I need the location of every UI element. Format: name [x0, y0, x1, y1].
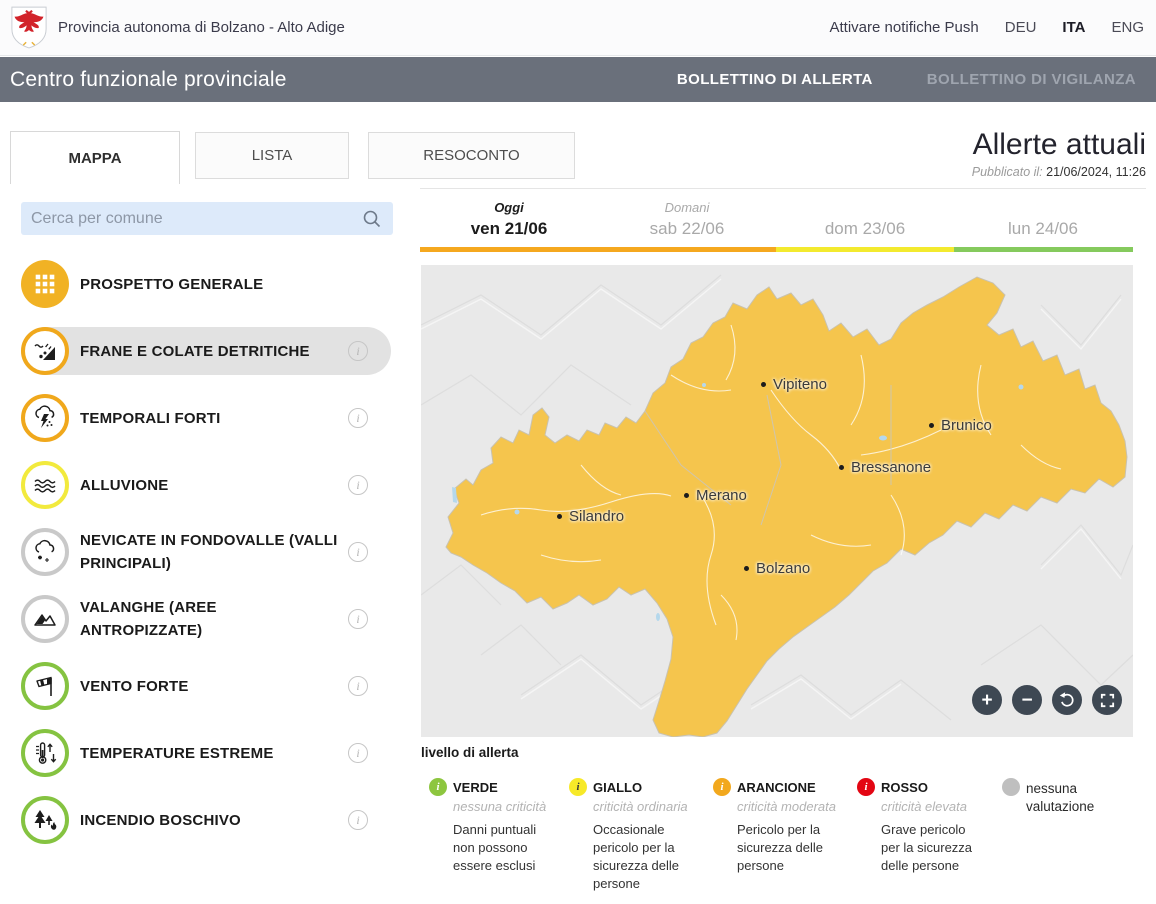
city-label: Silandro	[557, 508, 624, 525]
avalanche-icon	[34, 614, 56, 626]
language-eng[interactable]: ENG	[1111, 19, 1144, 36]
fullscreen-button[interactable]	[1092, 685, 1122, 715]
snowfall-icon	[35, 539, 55, 562]
reset-icon	[1059, 692, 1074, 707]
arancione-level-icon: i	[713, 778, 731, 796]
date-tab-sab-22-06[interactable]: Domani sab 22/06	[598, 200, 776, 247]
city-label: Merano	[684, 487, 747, 504]
city-label: Brunico	[929, 417, 992, 434]
header-divider	[420, 188, 1146, 189]
tab-lista[interactable]: LISTA	[195, 132, 349, 179]
alert-map[interactable]: Vipiteno Brunico Bressanone Merano Silan…	[421, 265, 1133, 737]
date-tab-ven-21-06[interactable]: Oggi ven 21/06	[420, 200, 598, 247]
search-icon[interactable]	[361, 208, 383, 230]
topbar: Provincia autonoma di Bolzano - Alto Adi…	[0, 0, 1156, 56]
published-label: Pubblicato il:	[971, 165, 1043, 179]
city-label: Bolzano	[744, 560, 810, 577]
push-notifications-link[interactable]: Attivare notifiche Push	[830, 19, 979, 36]
info-icon[interactable]: i	[348, 609, 368, 629]
sidebar-item-valanghe[interactable]: VALANGHE (AREE ANTROPIZZATE) i	[21, 595, 391, 643]
thunderstorm-icon	[35, 405, 55, 428]
info-icon[interactable]: i	[348, 676, 368, 696]
published-value: 21/06/2024, 11:26	[1046, 165, 1146, 179]
info-icon[interactable]: i	[348, 341, 368, 361]
date-strip-segment	[954, 247, 1133, 252]
windsock-icon	[36, 676, 52, 696]
language-ita[interactable]: ITA	[1062, 19, 1085, 36]
info-icon[interactable]: i	[348, 475, 368, 495]
verde-level-icon: i	[429, 778, 447, 796]
giallo-level-icon: i	[569, 778, 587, 796]
legend-item-arancione: i ARANCIONE criticità moderata Pericolo …	[713, 778, 843, 875]
date-strip-segment	[776, 247, 954, 252]
sidebar-item-alluvione[interactable]: ALLUVIONE i	[21, 461, 391, 509]
grid-icon	[35, 274, 55, 294]
legend-item-rosso: i ROSSO criticità elevata Grave pericolo…	[857, 778, 987, 875]
navbar: Centro funzionale provinciale BOLLETTINO…	[0, 57, 1156, 102]
info-icon[interactable]: i	[348, 743, 368, 763]
menu-bollettino-vigilanza[interactable]: BOLLETTINO DI VIGILANZA	[927, 71, 1136, 88]
bolzano-coat-of-arms-logo	[11, 6, 47, 48]
brand: Provincia autonoma di Bolzano - Alto Adi…	[10, 6, 345, 50]
site-title: Centro funzionale provinciale	[10, 67, 287, 91]
info-icon[interactable]: i	[348, 810, 368, 830]
prospetto-circle	[21, 260, 69, 308]
reset-view-button[interactable]	[1052, 685, 1082, 715]
sidebar-item-nevicate-in-fondovalle[interactable]: NEVICATE IN FONDOVALLE (VALLI PRINCIPALI…	[21, 528, 391, 576]
landslide-icon	[34, 343, 55, 360]
thermometer-icon	[36, 742, 57, 764]
sidebar-item-incendio-boschivo[interactable]: INCENDIO BOSCHIVO i	[21, 796, 391, 844]
legend-item-nessuna-valutazione: nessuna valutazione	[1002, 778, 1132, 816]
legend-item-verde: i VERDE nessuna criticità Danni puntuali…	[429, 778, 559, 875]
nessuna-valutazione-level-icon	[1002, 778, 1020, 796]
search-box	[21, 202, 393, 235]
sidebar-item-frane-e-colate-detritiche[interactable]: FRANE E COLATE DETRITICHE i	[21, 327, 391, 375]
fullscreen-icon	[1100, 693, 1114, 707]
date-strip-segment	[420, 247, 598, 252]
info-icon[interactable]: i	[348, 408, 368, 428]
forest-fire-icon	[34, 810, 57, 830]
sidebar-item-temperature-estreme[interactable]: TEMPERATURE ESTREME i	[21, 729, 391, 777]
province-alert-region[interactable]	[445, 276, 1128, 737]
tab-resoconto[interactable]: RESOCONTO	[368, 132, 575, 179]
legend-title: livello di allerta	[421, 745, 519, 760]
rosso-level-icon: i	[857, 778, 875, 796]
sidebar-item-vento-forte[interactable]: VENTO FORTE i	[21, 662, 391, 710]
page-title: Allerte attuali	[972, 128, 1146, 161]
city-label: Vipiteno	[761, 376, 827, 393]
date-tab-dom-23-06[interactable]: dom 23/06	[776, 200, 954, 247]
language-deu[interactable]: DEU	[1005, 19, 1037, 36]
flood-waves-icon	[34, 479, 56, 493]
map-canvas	[421, 274, 1133, 737]
info-icon[interactable]: i	[348, 542, 368, 562]
legend-item-giallo: i GIALLO criticità ordinaria Occasionale…	[569, 778, 699, 893]
date-strip-segment	[598, 247, 776, 252]
zoom-in-button[interactable]: +	[972, 685, 1002, 715]
zoom-out-button[interactable]: −	[1012, 685, 1042, 715]
city-label: Bressanone	[839, 459, 931, 476]
sidebar-item-prospetto-generale[interactable]: PROSPETTO GENERALE	[21, 260, 391, 308]
published-timestamp: Pubblicato il: 21/06/2024, 11:26	[972, 165, 1146, 179]
date-tab-lun-24-06[interactable]: lun 24/06	[954, 200, 1132, 247]
menu-bollettino-allerta[interactable]: BOLLETTINO DI ALLERTA	[677, 71, 873, 88]
tab-mappa[interactable]: MAPPA	[10, 131, 180, 184]
brand-text: Provincia autonoma di Bolzano - Alto Adi…	[58, 19, 345, 36]
sidebar-item-temporali-forti[interactable]: TEMPORALI FORTI i	[21, 394, 391, 442]
search-input[interactable]	[31, 209, 361, 228]
